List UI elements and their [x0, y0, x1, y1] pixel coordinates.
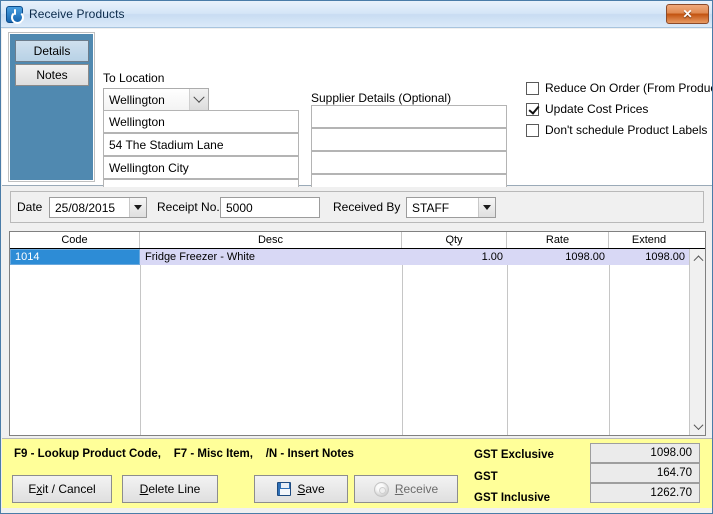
close-icon: ✕	[682, 7, 693, 21]
receive-icon	[373, 481, 389, 497]
supplier-details-label: Supplier Details (Optional)	[311, 91, 452, 105]
column-header-qty[interactable]: Qty	[402, 232, 507, 248]
chevron-down-icon[interactable]	[690, 418, 706, 435]
location-address-line-3[interactable]: Wellington City	[103, 156, 299, 179]
header-fields-row: Date 25/08/2015 Receipt No. 5000 Receive…	[2, 187, 712, 227]
checkbox-reduce-on-order-box[interactable]	[526, 81, 539, 95]
sidebar-item-notes-label: Notes	[36, 68, 68, 82]
sidebar-item-details[interactable]: Details	[15, 40, 89, 62]
window-title: Receive Products	[29, 7, 125, 21]
close-button[interactable]: ✕	[666, 4, 709, 24]
to-location-label: To Location	[103, 71, 165, 85]
gst-inclusive-label: GST Inclusive	[474, 492, 551, 504]
column-header-extend[interactable]: Extend	[609, 232, 689, 248]
sidebar: Details Notes	[8, 32, 95, 182]
line-items-grid: Code Desc Qty Rate Extend 1014 Fridge Fr…	[9, 231, 706, 436]
receive-button[interactable]: Receive	[354, 475, 458, 503]
supplier-line-1[interactable]	[311, 105, 507, 128]
checkbox-update-cost-prices[interactable]: Update Cost Prices	[526, 102, 648, 116]
receive-products-window: Receive Products ✕ Details Notes To Loca…	[0, 0, 713, 514]
received-by-select[interactable]: STAFF	[406, 197, 496, 218]
checkbox-dont-schedule-labels-box[interactable]	[526, 123, 539, 137]
checkbox-reduce-on-order[interactable]: Reduce On Order (From Products)	[526, 81, 713, 95]
gst-value: 164.70	[590, 463, 700, 483]
chevron-up-icon[interactable]	[690, 249, 706, 266]
checkbox-reduce-on-order-label: Reduce On Order (From Products)	[545, 81, 713, 95]
sidebar-item-details-label: Details	[33, 44, 71, 58]
gst-inclusive-value: 1262.70	[590, 483, 700, 503]
chevron-down-icon[interactable]	[189, 89, 208, 110]
date-label: Date	[17, 200, 43, 214]
power-icon	[6, 5, 24, 24]
grid-body: 1014 Fridge Freezer - White 1.00 1098.00…	[10, 249, 689, 435]
checkbox-update-cost-prices-box[interactable]	[526, 102, 539, 116]
column-header-code[interactable]: Code	[10, 232, 140, 248]
column-header-rate[interactable]: Rate	[507, 232, 609, 248]
receipt-no-input[interactable]: 5000	[220, 197, 320, 218]
location-address-line-1[interactable]: Wellington	[103, 110, 299, 133]
received-by-dropdown-icon[interactable]	[478, 198, 495, 217]
to-location-value: Wellington	[109, 92, 165, 107]
checkbox-dont-schedule-labels[interactable]: Don't schedule Product Labels	[526, 123, 707, 137]
location-address-line-2[interactable]: 54 The Stadium Lane	[103, 133, 299, 156]
save-label: Save	[297, 482, 325, 496]
cell-desc[interactable]: Fridge Freezer - White	[141, 249, 402, 265]
to-location-select[interactable]: Wellington	[103, 88, 209, 111]
footer-panel: F9 - Lookup Product Code, F7 - Misc Item…	[2, 438, 712, 508]
exit-cancel-button[interactable]: Exit / Cancel	[12, 475, 112, 503]
gst-label: GST	[474, 471, 498, 483]
gst-exclusive-value: 1098.00	[590, 443, 700, 463]
received-by-label: Received By	[333, 200, 401, 214]
cell-extend[interactable]: 1098.00	[610, 249, 689, 265]
floppy-disk-icon	[277, 482, 292, 496]
cell-rate[interactable]: 1098.00	[508, 249, 609, 265]
exit-cancel-label: Exit / Cancel	[28, 482, 96, 496]
save-button[interactable]: Save	[254, 475, 348, 503]
grid-header-row: Code Desc Qty Rate Extend	[10, 232, 705, 249]
column-header-desc[interactable]: Desc	[140, 232, 402, 248]
table-row[interactable]: 1014 Fridge Freezer - White 1.00 1098.00…	[10, 249, 689, 265]
title-bar: Receive Products ✕	[1, 1, 712, 28]
details-panel: Details Notes To Location Wellington Wel…	[2, 29, 713, 202]
cell-qty[interactable]: 1.00	[403, 249, 507, 265]
grid-scrollbar[interactable]	[689, 249, 705, 435]
supplier-line-3[interactable]	[311, 151, 507, 174]
gst-exclusive-label: GST Exclusive	[474, 449, 554, 461]
date-value: 25/08/2015	[55, 200, 116, 215]
receive-label: Receive	[394, 482, 439, 496]
sidebar-item-notes[interactable]: Notes	[15, 64, 89, 86]
date-input[interactable]: 25/08/2015	[49, 197, 147, 218]
delete-line-label: Delete Line	[139, 482, 201, 496]
received-by-value: STAFF	[412, 200, 450, 215]
checkbox-update-cost-prices-label: Update Cost Prices	[545, 102, 649, 116]
checkbox-dont-schedule-labels-label: Don't schedule Product Labels	[545, 123, 708, 137]
shortcut-hint-text: F9 - Lookup Product Code, F7 - Misc Item…	[14, 448, 354, 460]
receipt-no-label: Receipt No.	[157, 200, 220, 214]
delete-line-button[interactable]: Delete Line	[122, 475, 218, 503]
supplier-line-2[interactable]	[311, 128, 507, 151]
cell-code[interactable]: 1014	[10, 249, 140, 265]
date-dropdown-icon[interactable]	[129, 198, 146, 217]
